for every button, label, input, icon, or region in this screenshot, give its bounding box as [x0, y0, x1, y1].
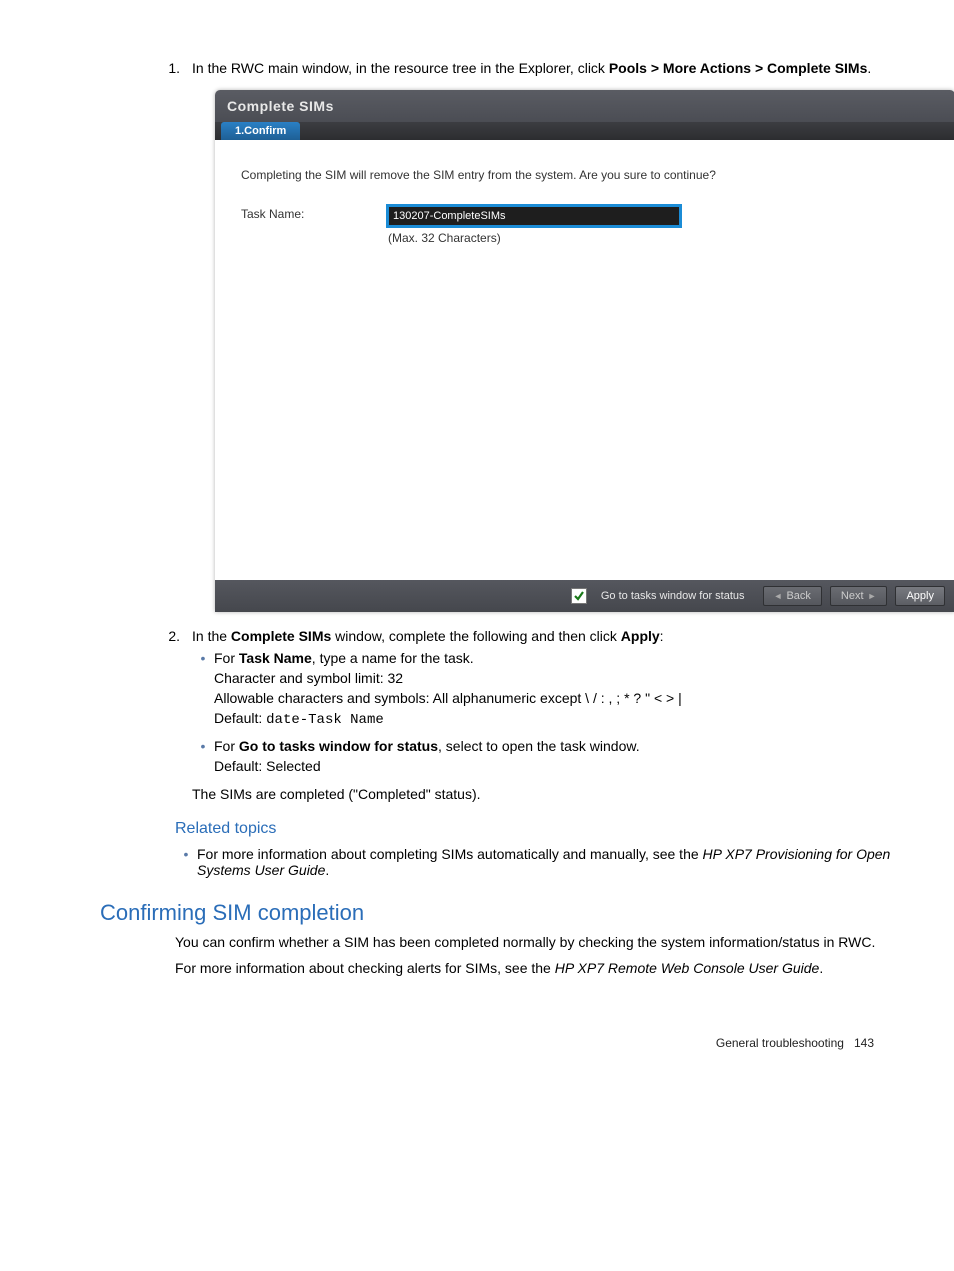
paragraph: You can confirm whether a SIM has been c…: [175, 934, 914, 950]
text: Allowable characters and symbols: All al…: [214, 690, 894, 706]
section-heading: Confirming SIM completion: [100, 900, 934, 926]
next-button[interactable]: Next ►: [830, 586, 888, 606]
dialog-title: Complete SIMs: [215, 90, 954, 122]
button-label: Apply: [906, 590, 934, 602]
dialog-message: Completing the SIM will remove the SIM e…: [241, 168, 929, 182]
bullet-icon: •: [192, 738, 214, 778]
text: Default: Selected: [214, 758, 894, 774]
page-number: 143: [854, 1036, 874, 1050]
step-1: 1. In the RWC main window, in the resour…: [150, 60, 934, 76]
complete-sims-dialog: Complete SIMs 1.Confirm Completing the S…: [215, 90, 954, 612]
dialog-footer: Go to tasks window for status ◄Back Next…: [215, 580, 954, 612]
go-to-tasks-checkbox[interactable]: [571, 588, 587, 604]
checkmark-icon: [573, 590, 585, 602]
step-text: In the Complete SIMs window, complete th…: [192, 628, 934, 802]
go-to-tasks-label: Go to tasks window for status: [601, 590, 745, 602]
text: For: [214, 650, 239, 666]
text: For more information about checking aler…: [175, 960, 555, 976]
step-number: 2.: [150, 628, 192, 802]
chevron-left-icon: ◄: [774, 591, 783, 601]
task-name-input[interactable]: [386, 204, 682, 228]
text: For more information about completing SI…: [197, 846, 703, 862]
tab-confirm[interactable]: 1.Confirm: [221, 122, 300, 140]
text: .: [867, 60, 871, 76]
dialog-body: Completing the SIM will remove the SIM e…: [215, 140, 954, 580]
step-2: 2. In the Complete SIMs window, complete…: [150, 628, 934, 802]
step-text: In the RWC main window, in the resource …: [192, 60, 934, 76]
text: Character and symbol limit: 32: [214, 670, 894, 686]
bullet-icon: •: [192, 650, 214, 732]
task-name-row: Task Name: (Max. 32 Characters): [241, 204, 929, 245]
bullet-icon: •: [175, 846, 197, 878]
text: , select to open the task window.: [438, 738, 640, 754]
text: , type a name for the task.: [312, 650, 474, 666]
text: .: [819, 960, 823, 976]
code-text: date-Task Name: [266, 712, 384, 728]
button-name: Apply: [621, 628, 660, 644]
text: window, complete the following and then …: [331, 628, 621, 644]
task-name-hint: (Max. 32 Characters): [388, 231, 682, 245]
task-name-label: Task Name:: [241, 204, 386, 221]
button-label: Next: [841, 590, 864, 602]
dialog-tab-bar: 1.Confirm: [215, 122, 954, 140]
text: Default:: [214, 710, 266, 726]
text: :: [660, 628, 664, 644]
text: .: [325, 862, 329, 878]
list-item: • For more information about completing …: [175, 846, 934, 878]
window-name: Complete SIMs: [231, 628, 331, 644]
field-name: Go to tasks window for status: [239, 738, 438, 754]
step-number: 1.: [150, 60, 192, 76]
list-item: • For Go to tasks window for status, sel…: [192, 738, 914, 778]
result-text: The SIMs are completed ("Completed" stat…: [192, 786, 914, 802]
paragraph: For more information about checking aler…: [175, 960, 914, 976]
text: In the RWC main window, in the resource …: [192, 60, 609, 76]
chevron-right-icon: ►: [868, 591, 877, 601]
list-item: • For Task Name, type a name for the tas…: [192, 650, 914, 732]
text: In the: [192, 628, 231, 644]
menu-path: Pools > More Actions > Complete SIMs: [609, 60, 868, 76]
doc-title: HP XP7 Remote Web Console User Guide: [555, 960, 820, 976]
text: For: [214, 738, 239, 754]
field-name: Task Name: [239, 650, 312, 666]
footer-label: General troubleshooting: [716, 1036, 844, 1050]
back-button[interactable]: ◄Back: [763, 586, 822, 606]
button-label: Back: [786, 590, 810, 602]
page-footer: General troubleshooting 143: [20, 1036, 874, 1050]
apply-button[interactable]: Apply: [895, 586, 945, 606]
related-topics-heading: Related topics: [175, 820, 934, 838]
